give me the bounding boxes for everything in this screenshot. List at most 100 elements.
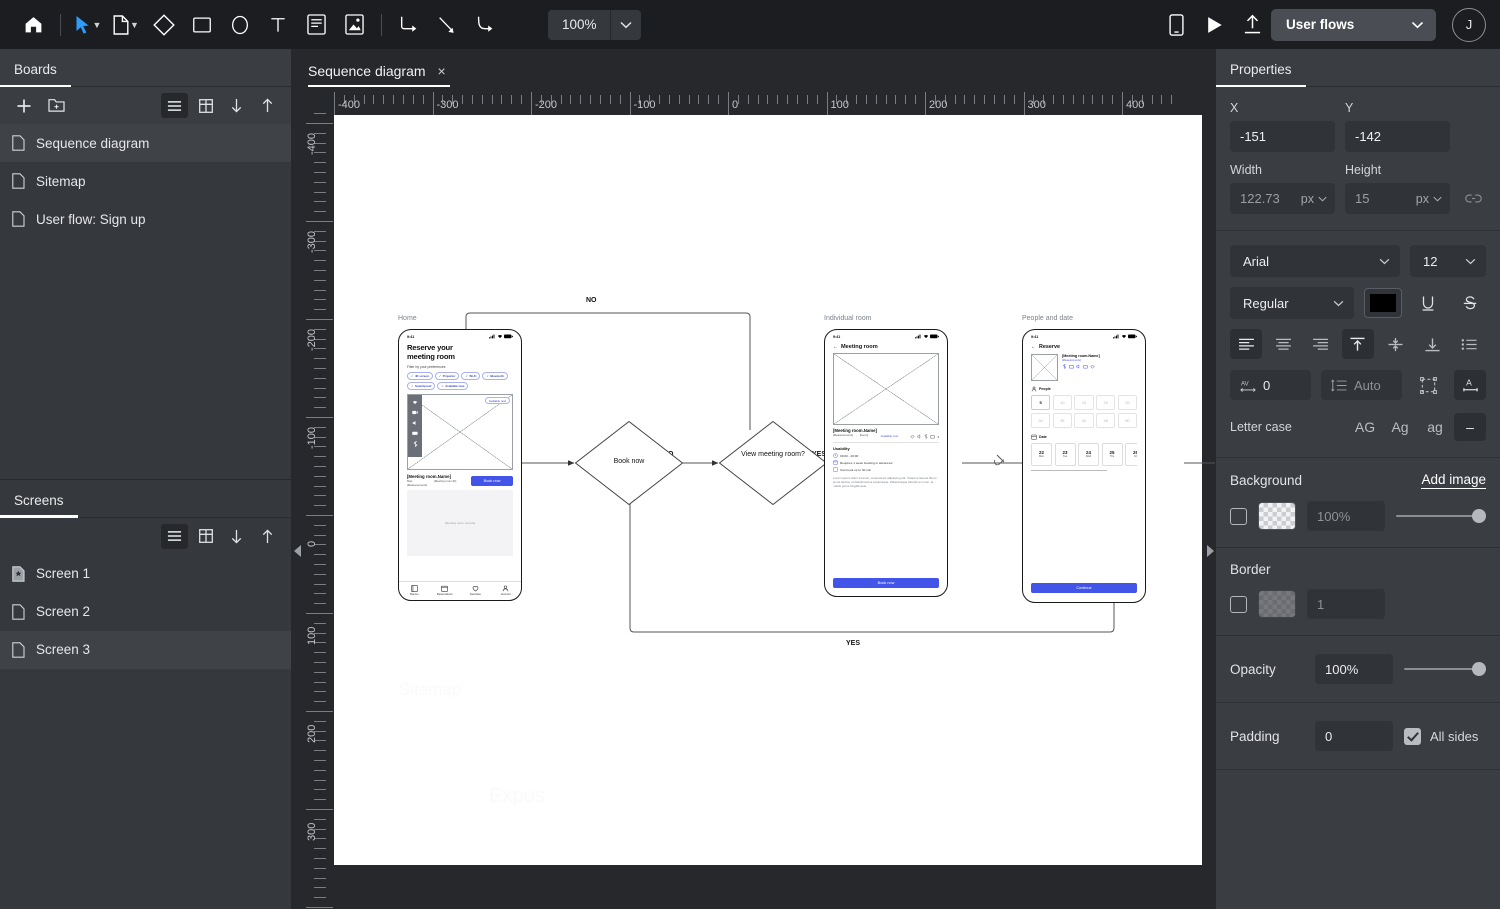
link-aspect-ratio-icon[interactable]: [1460, 183, 1486, 214]
align-left-button[interactable]: [1230, 329, 1262, 359]
add-folder-button[interactable]: [43, 93, 70, 118]
people-option[interactable]: 35: [1053, 413, 1072, 428]
people-option[interactable]: 10: [1053, 395, 1072, 410]
boards-sort-descending-button[interactable]: [223, 93, 250, 118]
decision-view-meeting-room[interactable]: View meeting room?: [718, 420, 828, 506]
text-color-swatch[interactable]: [1364, 288, 1402, 318]
avatar[interactable]: J: [1452, 8, 1486, 42]
share-upload-icon[interactable]: [1233, 6, 1271, 44]
filter-chip[interactable]: ✓ Soundproof: [407, 382, 435, 390]
background-opacity-field[interactable]: 100%: [1307, 501, 1385, 531]
auto-width-button[interactable]: A: [1454, 370, 1486, 400]
canvas-surface[interactable]: Sitemap Expos: [334, 115, 1215, 909]
opacity-field[interactable]: 100%: [1315, 654, 1393, 684]
board-canvas[interactable]: Sitemap Expos: [334, 115, 1202, 865]
straight-line-tool[interactable]: [428, 6, 466, 44]
underline-button[interactable]: [1412, 288, 1444, 318]
date-option[interactable]: 23 Tue: [1055, 443, 1076, 466]
screens-list-view-button[interactable]: [161, 524, 188, 549]
room-available-link[interactable]: Available now: [881, 434, 898, 438]
align-right-button[interactable]: [1305, 329, 1337, 359]
back-arrow-icon[interactable]: ←: [1031, 344, 1036, 350]
boards-grid-view-button[interactable]: [192, 93, 219, 118]
canvas-viewport[interactable]: -400-300-200-1000100200300400 -400-300-2…: [292, 87, 1215, 909]
diamond-shape-tool[interactable]: [145, 6, 183, 44]
people-option[interactable]: 20: [1096, 395, 1115, 410]
width-field[interactable]: [1230, 183, 1297, 214]
nav-item-rooms[interactable]: Rooms: [399, 585, 430, 596]
tab-sequence-diagram[interactable]: Sequence diagram ×: [308, 63, 450, 87]
filter-chip[interactable]: ✓ Bluetooth: [482, 372, 507, 380]
note-tool[interactable]: [297, 6, 335, 44]
add-image-button[interactable]: Add image: [1421, 472, 1486, 489]
text-tool[interactable]: [259, 6, 297, 44]
people-option[interactable]: 45: [1096, 413, 1115, 428]
y-field[interactable]: [1345, 121, 1450, 152]
elbow-connector-tool[interactable]: [390, 6, 428, 44]
cursor-select-tool[interactable]: ▼: [69, 6, 107, 44]
room-book-now-button[interactable]: Book now: [833, 578, 939, 588]
align-top-button[interactable]: [1342, 329, 1374, 359]
date-option[interactable]: 24 Wed: [1078, 443, 1099, 466]
board-item-sequence-diagram[interactable]: Sequence diagram: [0, 124, 291, 162]
filter-chip[interactable]: ✓ Projector: [435, 372, 460, 380]
filter-chip[interactable]: ✓ Available now: [437, 382, 468, 390]
people-option[interactable]: 5: [1031, 395, 1050, 410]
collapse-left-panel-handle[interactable]: [292, 542, 302, 560]
opacity-slider[interactable]: [1404, 658, 1486, 680]
ruler-vertical[interactable]: -400-300-200-1000100200300: [292, 115, 334, 909]
ellipse-shape-tool[interactable]: [221, 6, 259, 44]
back-arrow-icon[interactable]: ←: [833, 344, 838, 350]
align-middle-button[interactable]: [1379, 329, 1411, 359]
collapse-right-panel-handle[interactable]: [1205, 542, 1215, 560]
rectangle-shape-tool[interactable]: [183, 6, 221, 44]
screen-item-screen-3[interactable]: Screen 3: [0, 631, 291, 669]
strikethrough-button[interactable]: [1454, 288, 1486, 318]
height-field[interactable]: [1345, 183, 1412, 214]
home-book-now-button[interactable]: Book now: [471, 476, 513, 486]
line-height-field[interactable]: Auto: [1321, 370, 1402, 400]
screen-home[interactable]: 9:41 Reserve your: [398, 329, 522, 601]
background-opacity-slider[interactable]: [1396, 505, 1486, 527]
background-enable-checkbox[interactable]: [1230, 508, 1247, 525]
nav-item-favorites[interactable]: Favorites: [460, 585, 491, 596]
letter-case-uppercase[interactable]: AG: [1349, 413, 1381, 441]
people-option[interactable]: 50: [1118, 413, 1137, 428]
date-option[interactable]: 26 Fri: [1125, 443, 1137, 466]
border-enable-checkbox[interactable]: [1230, 596, 1247, 613]
home-icon[interactable]: [14, 6, 52, 44]
filter-chip[interactable]: ✓ 4K screen: [407, 372, 433, 380]
play-icon[interactable]: [1195, 6, 1233, 44]
boards-sort-ascending-button[interactable]: [254, 93, 281, 118]
screen-people-and-date[interactable]: 9:41 ←: [1022, 329, 1146, 603]
resize-to-fit-button[interactable]: [1412, 370, 1444, 400]
zoom-value[interactable]: 100%: [548, 17, 610, 32]
nav-item-reservations[interactable]: Reservations: [430, 585, 461, 596]
align-bottom-button[interactable]: [1417, 329, 1449, 359]
screen-item-screen-2[interactable]: Screen 2: [0, 593, 291, 631]
letter-spacing-field[interactable]: AV 0: [1230, 370, 1311, 400]
border-width-field[interactable]: 1: [1307, 589, 1385, 619]
border-color-swatch[interactable]: [1258, 590, 1296, 618]
mobile-preview-icon[interactable]: [1157, 6, 1195, 44]
height-unit-selector[interactable]: px: [1412, 183, 1450, 214]
board-item-user-flow-sign-up[interactable]: User flow: Sign up: [0, 200, 291, 238]
frame-tool[interactable]: ▼: [107, 6, 145, 44]
zoom-control[interactable]: 100%: [548, 10, 641, 40]
ruler-horizontal[interactable]: -400-300-200-1000100200300400: [334, 87, 1215, 115]
letter-case-lowercase[interactable]: ag: [1419, 413, 1451, 441]
people-option[interactable]: 30: [1031, 413, 1050, 428]
filter-chip[interactable]: ✓ Wi-Fi: [461, 372, 480, 380]
zoom-dropdown-chevron-down-icon[interactable]: [611, 21, 641, 29]
decision-book-now[interactable]: Book now: [574, 420, 684, 506]
people-option[interactable]: 25: [1118, 395, 1137, 410]
font-size-selector[interactable]: 12: [1410, 245, 1486, 277]
people-option[interactable]: 40: [1074, 413, 1093, 428]
project-selector[interactable]: User flows: [1271, 9, 1436, 41]
board-item-sitemap[interactable]: Sitemap: [0, 162, 291, 200]
add-board-button[interactable]: [10, 93, 37, 118]
screens-grid-view-button[interactable]: [192, 524, 219, 549]
date-option[interactable]: 25 Thu: [1102, 443, 1123, 466]
tab-properties[interactable]: Properties: [1216, 62, 1306, 86]
curved-connector-tool[interactable]: [466, 6, 504, 44]
